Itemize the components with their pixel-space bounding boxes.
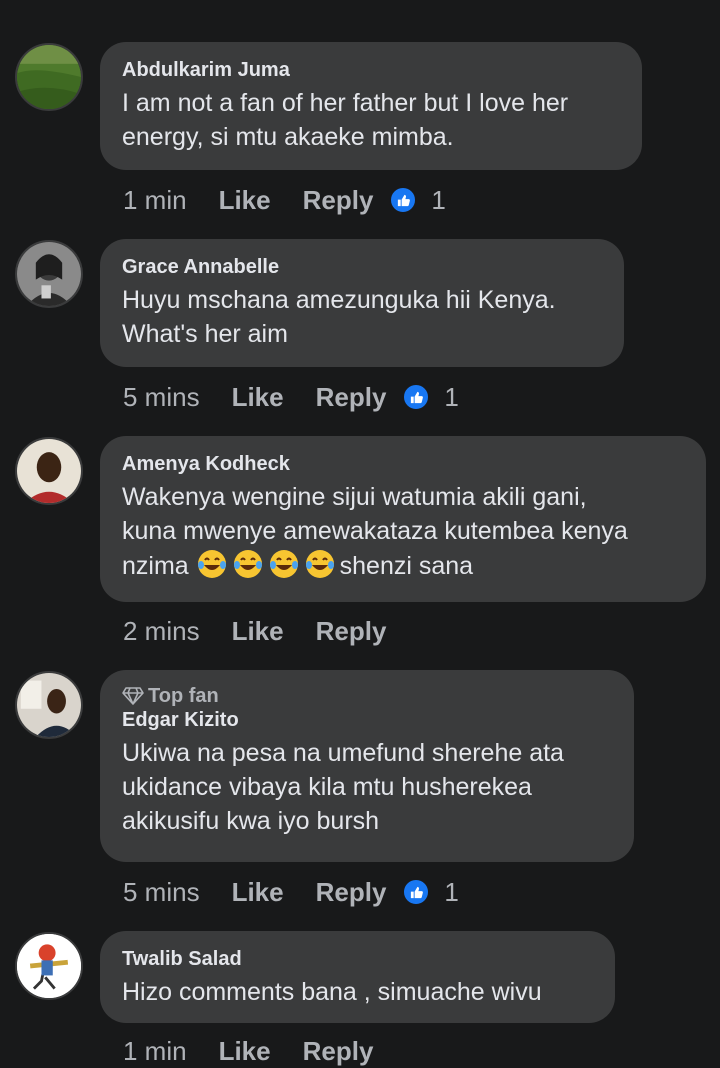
comment-line: Wakenya wengine sijui watumia akili gani… [122, 483, 587, 511]
comment-bubble: Top fan Edgar Kizito Ukiwa na pesa na um… [100, 670, 634, 862]
like-reaction-icon[interactable] [402, 878, 431, 906]
avatar[interactable] [15, 240, 83, 308]
comment-line: Ukiwa na pesa na umefund sherehe ata [122, 739, 564, 767]
diamond-icon [122, 687, 144, 705]
laughing-tears-emoji-icon [196, 548, 228, 580]
laughing-tears-emoji-icon [304, 548, 336, 580]
like-button[interactable]: Like [219, 1036, 271, 1067]
comment-line: Huyu mschana amezunguka hii Kenya. [122, 286, 556, 314]
avatar-woman-photo [17, 242, 81, 306]
comment-text: Wakenya wengine sijui watumia akili gani… [122, 480, 684, 583]
comment-line: energy, si mtu akaeke mimba. [122, 123, 454, 151]
reaction-count[interactable]: 1 [444, 877, 458, 908]
comment-text: Hizo comments bana , simuache wivu [122, 975, 593, 1009]
comment-time[interactable]: 5 mins [123, 877, 200, 908]
like-button[interactable]: Like [232, 616, 284, 647]
comment-actions: 5 mins Like Reply 1 [123, 875, 459, 909]
avatar-man-photo [17, 673, 81, 737]
avatar[interactable] [15, 437, 83, 505]
commenter-name[interactable]: Grace Annabelle [122, 255, 602, 279]
top-fan-badge: Top fan [122, 684, 612, 708]
laughing-tears-emoji-icon [232, 548, 264, 580]
comment-line: akikusifu kwa iyo bursh [122, 807, 380, 835]
comment-time[interactable]: 5 mins [123, 382, 200, 413]
comment-actions: 1 min Like Reply [123, 1034, 389, 1068]
comment-actions: 1 min Like Reply 1 [123, 183, 446, 217]
avatar[interactable] [15, 671, 83, 739]
reply-button[interactable]: Reply [303, 185, 374, 216]
commenter-name[interactable]: Amenya Kodheck [122, 452, 684, 476]
like-reaction-icon[interactable] [402, 383, 431, 411]
comment-line: Hizo comments bana , simuache wivu [122, 978, 542, 1006]
reply-button[interactable]: Reply [303, 1036, 374, 1067]
like-button[interactable]: Like [232, 877, 284, 908]
reply-button[interactable]: Reply [316, 616, 387, 647]
comment-line: What's her aim [122, 320, 288, 348]
comment-time[interactable]: 2 mins [123, 616, 200, 647]
comment-bubble: Grace Annabelle Huyu mschana amezunguka … [100, 239, 624, 367]
reaction-count[interactable]: 1 [444, 382, 458, 413]
reply-button[interactable]: Reply [316, 382, 387, 413]
commenter-name[interactable]: Abdulkarim Juma [122, 58, 620, 82]
avatar-grass-image [17, 45, 81, 109]
like-button[interactable]: Like [219, 185, 271, 216]
comment-text: Huyu mschana amezunguka hii Kenya. What'… [122, 283, 602, 351]
comment-bubble: Amenya Kodheck Wakenya wengine sijui wat… [100, 436, 706, 602]
avatar-cartoon-image [17, 934, 81, 998]
comment-text: Ukiwa na pesa na umefund sherehe ata uki… [122, 736, 612, 838]
comment-line: I am not a fan of her father but I love … [122, 89, 569, 117]
like-button[interactable]: Like [232, 382, 284, 413]
reaction-count[interactable]: 1 [431, 185, 445, 216]
comment-time[interactable]: 1 min [123, 1036, 187, 1067]
reply-button[interactable]: Reply [316, 877, 387, 908]
avatar-man-photo [17, 439, 81, 503]
like-reaction-icon[interactable] [389, 186, 418, 214]
comment-line: kuna mwenye amewakataza kutembea kenya [122, 517, 628, 545]
comment-text: I am not a fan of her father but I love … [122, 86, 620, 154]
comment-text-part: nzima [122, 552, 196, 580]
comment-bubble: Twalib Salad Hizo comments bana , simuac… [100, 931, 615, 1023]
comment-line: ukidance vibaya kila mtu husherekea [122, 773, 532, 801]
top-fan-label: Top fan [148, 685, 219, 707]
avatar[interactable] [15, 43, 83, 111]
avatar[interactable] [15, 932, 83, 1000]
laughing-tears-emoji-icon [268, 548, 300, 580]
comment-time[interactable]: 1 min [123, 185, 187, 216]
comment-line: nzima shenzi sana [122, 548, 684, 583]
commenter-name[interactable]: Edgar Kizito [122, 708, 612, 732]
comment-text-part: shenzi sana [339, 552, 474, 580]
comment-actions: 2 mins Like Reply [123, 614, 402, 648]
comment-bubble: Abdulkarim Juma I am not a fan of her fa… [100, 42, 642, 170]
commenter-name[interactable]: Twalib Salad [122, 947, 593, 971]
comment-actions: 5 mins Like Reply 1 [123, 380, 459, 414]
